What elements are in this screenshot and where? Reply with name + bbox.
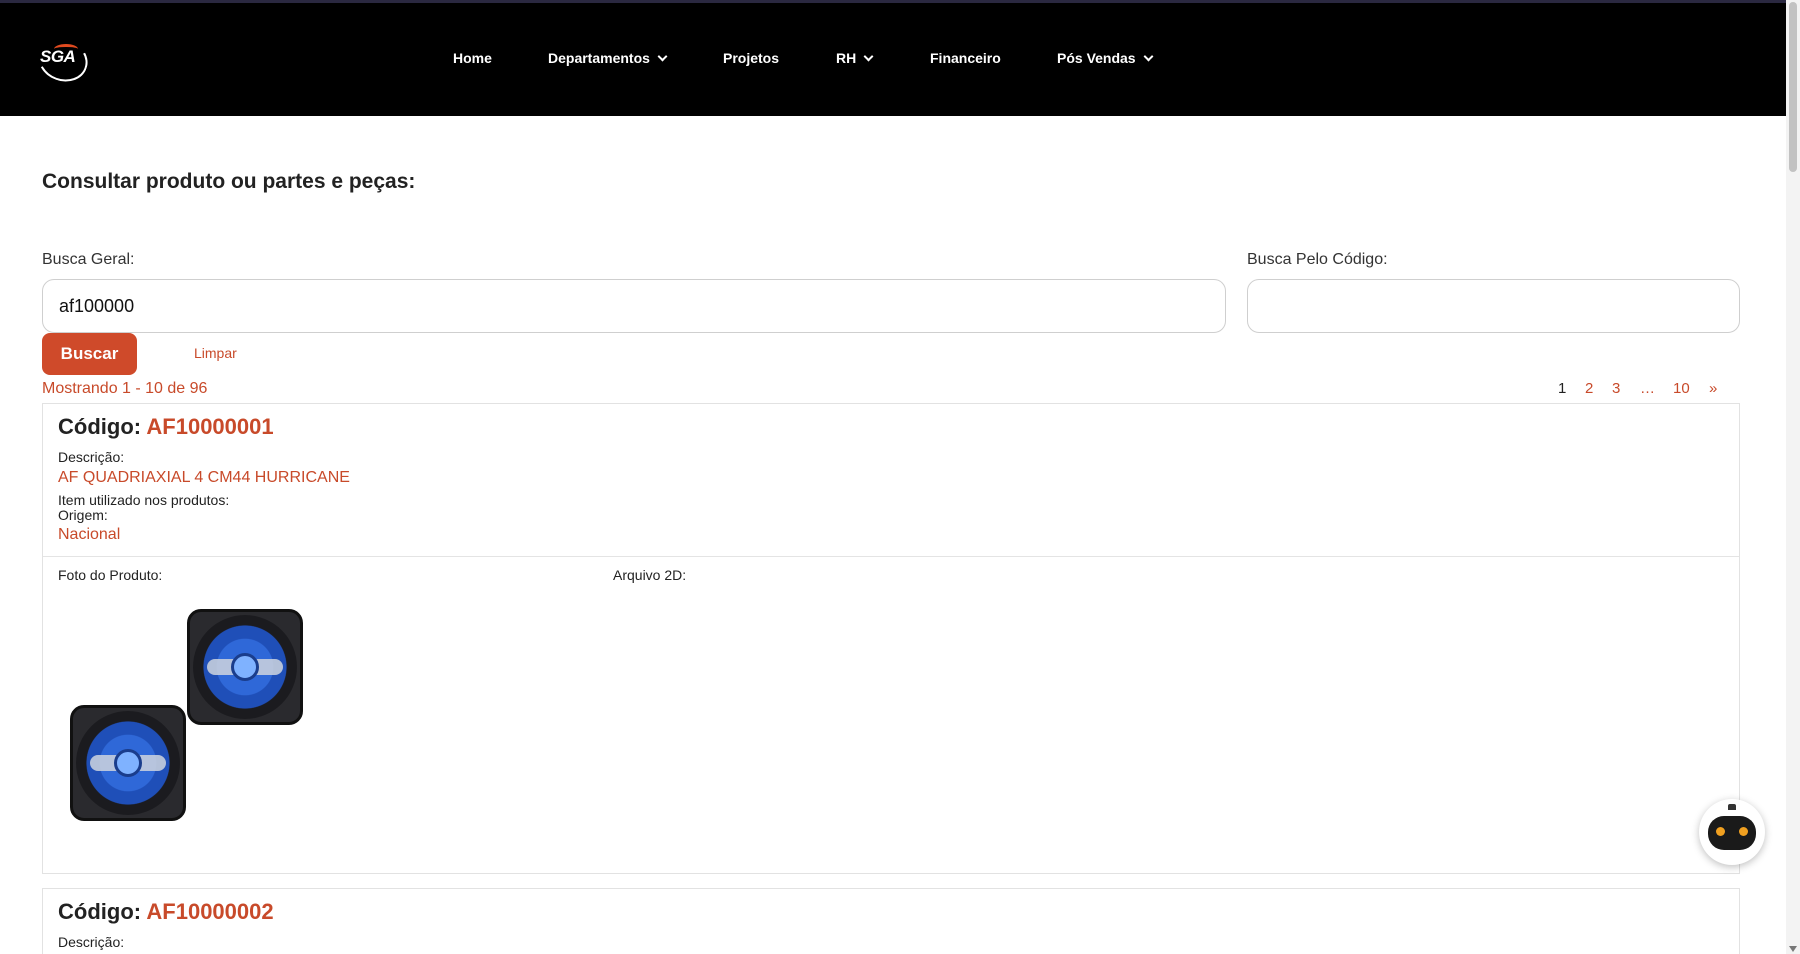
nav-projetos[interactable]: Projetos (723, 50, 779, 66)
product-card: Código: AF10000001 Descrição: AF QUADRIA… (42, 403, 1740, 874)
nav-financeiro-label: Financeiro (930, 50, 1001, 66)
nav-departamentos[interactable]: Departamentos (548, 50, 668, 66)
used-in-label: Item utilizado nos produtos: (58, 492, 230, 508)
product-code-line: Código: AF10000002 (58, 899, 274, 925)
page-scrollbar[interactable] (1786, 0, 1800, 954)
nav-home[interactable]: Home (453, 50, 492, 66)
page-title: Consultar produto ou partes e peças: (42, 170, 416, 193)
speaker-image (70, 705, 186, 821)
product-code-value[interactable]: AF10000002 (146, 899, 273, 924)
page-3-link[interactable]: 3 (1612, 380, 1620, 397)
description-value: AF QUADRIAXIAL 4 CM44 HURRICANE (58, 469, 350, 486)
nav-pos-vendas[interactable]: Pós Vendas (1057, 50, 1154, 66)
search-button[interactable]: Buscar (42, 333, 137, 375)
nav-rh-label: RH (836, 50, 857, 66)
code-search-label: Busca Pelo Código: (1247, 251, 1388, 268)
origin-label: Origem: (58, 507, 108, 523)
speaker-center (114, 749, 142, 777)
product-code-label: Código: (58, 414, 142, 439)
results-count: Mostrando 1 - 10 de 96 (42, 380, 208, 397)
robot-assistant-icon (1708, 816, 1756, 850)
chevron-down-icon (863, 51, 874, 61)
page-10-link[interactable]: 10 (1673, 380, 1690, 397)
code-search-input[interactable] (1247, 279, 1740, 333)
robot-antenna-icon (1728, 804, 1736, 810)
speaker-image (187, 609, 303, 725)
page-1-link[interactable]: 1 (1558, 380, 1566, 397)
chat-assistant-button[interactable] (1699, 799, 1765, 865)
nav-projetos-label: Projetos (723, 50, 780, 66)
nav-departamentos-label: Departamentos (548, 50, 650, 66)
page-ellipsis: … (1640, 380, 1655, 397)
nav-rh[interactable]: RH (836, 50, 874, 66)
scroll-thumb[interactable] (1789, 2, 1797, 172)
sga-logo[interactable]: SGA (32, 31, 94, 89)
nav-pos-vendas-label: Pós Vendas (1057, 50, 1136, 66)
description-label: Descrição: (58, 934, 125, 950)
robot-eye-icon (1739, 827, 1748, 836)
next-page-link[interactable]: » (1709, 380, 1717, 397)
site-header: SGA Home Departamentos Projetos RH Finan… (0, 3, 1786, 116)
file2d-label: Arquivo 2D: (613, 567, 687, 583)
chevron-down-icon (1143, 51, 1154, 61)
nav-home-label: Home (453, 50, 492, 66)
robot-eye-icon (1716, 827, 1725, 836)
photo-label: Foto do Produto: (58, 567, 163, 583)
logo-text: SGA (40, 47, 76, 66)
page-2-link[interactable]: 2 (1585, 380, 1593, 397)
scroll-down-arrow-icon[interactable] (1789, 946, 1797, 952)
origin-value: Nacional (58, 526, 121, 543)
product-code-label: Código: (58, 899, 142, 924)
card-divider (43, 556, 1739, 557)
chevron-down-icon (657, 51, 668, 61)
product-code-line: Código: AF10000001 (58, 414, 274, 440)
speaker-center (231, 653, 259, 681)
description-label: Descrição: (58, 449, 125, 465)
product-card: Código: AF10000002 Descrição: (42, 888, 1740, 954)
nav-financeiro[interactable]: Financeiro (930, 50, 1001, 66)
product-photo[interactable] (68, 604, 308, 834)
product-code-value[interactable]: AF10000001 (146, 414, 273, 439)
general-search-input[interactable] (42, 279, 1226, 333)
clear-button[interactable]: Limpar (194, 345, 237, 361)
general-search-label: Busca Geral: (42, 251, 135, 268)
